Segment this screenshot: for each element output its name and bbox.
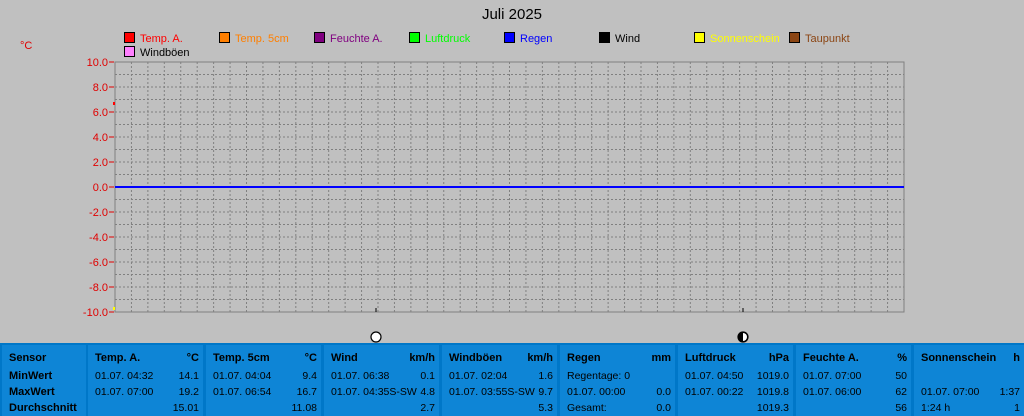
sonne-avg-label: 1:24 h	[921, 402, 951, 414]
luftdruck-avg: 1019.3	[756, 402, 789, 414]
y-tick-label: 6.0	[93, 107, 108, 119]
temp-5cm-avg: 11.08	[291, 402, 318, 414]
temp-a-max-time: 01.07. 07:00	[95, 386, 154, 398]
avg-label: Durchschnitt	[9, 402, 77, 414]
y-ticks: 10.0 8.0 6.0 4.0 2.0 0.0 -2.0 -4.0 -6.0 -8.0 -10.0	[83, 57, 114, 319]
y-tick-label: 8.0	[93, 82, 108, 94]
y-tick-label: 2.0	[93, 157, 108, 169]
y-tick-label: -10.0	[83, 307, 108, 319]
temp-5cm-max-time: 01.07. 06:54	[213, 386, 272, 398]
stats-col-luftdruck: Luftdruck hPa 01.07. 04:50 1019.0 01.07. 0…	[678, 345, 793, 416]
sonne-unit: h	[1013, 352, 1020, 364]
windboeen-avg: 5.3	[538, 402, 553, 414]
regen-max-val: 0.0	[656, 386, 671, 398]
windboeen-max-val: 9.7	[538, 386, 553, 398]
temp-5cm-header: Temp. 5cm	[213, 352, 270, 364]
wind-max-val: 4.8	[420, 386, 435, 398]
feuchte-avg: 56	[895, 402, 907, 414]
feuchte-min-val: 50	[895, 370, 907, 382]
sensor-header: Sensor	[9, 352, 47, 364]
sonne-max-val: 1:37	[999, 386, 1020, 398]
windboeen-unit: km/h	[527, 352, 553, 364]
stats-col-wind: Wind km/h 01.07. 06:38 0.1 01.07. 04:35S-S…	[324, 345, 439, 416]
regen-max-time: 01.07. 00:00	[567, 386, 626, 398]
temp-a-header: Temp. A.	[95, 352, 141, 364]
y-tick-label: -4.0	[89, 232, 108, 244]
feuchte-header: Feuchte A.	[803, 352, 859, 364]
wind-header: Wind	[331, 352, 358, 364]
temp-a-unit: °C	[186, 352, 199, 364]
luftdruck-header: Luftdruck	[685, 352, 736, 364]
temp-a-max-val: 19.2	[178, 386, 199, 398]
temp-a-min-time: 01.07. 04:32	[95, 370, 154, 382]
y-tick-label: 4.0	[93, 132, 108, 144]
temp-5cm-min-time: 01.07. 04:04	[213, 370, 272, 382]
luftdruck-unit: hPa	[768, 352, 789, 364]
stats-col-temp-a: Temp. A. °C 01.07. 04:32 14.1 01.07. 07:00…	[88, 345, 203, 416]
windboeen-header: Windböen	[449, 352, 503, 364]
temp-marker	[113, 102, 115, 105]
regen-regentage: Regentage: 0	[567, 370, 631, 382]
temp-a-avg: 15.01	[172, 402, 199, 414]
wind-min-val: 0.1	[420, 370, 435, 382]
moon-full-icon	[370, 331, 382, 343]
luftdruck-max-time: 01.07. 00:22	[685, 386, 744, 398]
y-tick-label: -2.0	[89, 207, 108, 219]
sonne-max-time: 01.07. 07:00	[921, 386, 980, 398]
sun-marker	[113, 307, 115, 310]
regen-total-label: Gesamt:	[567, 402, 607, 414]
stats-col-sensor: Sensor MinWert MaxWert Durchschnitt	[2, 345, 86, 416]
min-label: MinWert	[9, 370, 53, 382]
regen-header: Regen	[567, 352, 601, 364]
feuchte-min-time: 01.07. 07:00	[803, 370, 862, 382]
stats-col-regen: Regen mm Regentage: 0 01.07. 00:00 0.0 Ges…	[560, 345, 675, 416]
stats-col-temp-5cm: Temp. 5cm °C 01.07. 04:04 9.4 01.07. 06:54…	[206, 345, 321, 416]
temp-a-min-val: 14.1	[178, 370, 199, 382]
y-tick-label: -6.0	[89, 257, 108, 269]
wind-avg: 2.7	[420, 402, 435, 414]
feuchte-max-val: 62	[895, 386, 907, 398]
luftdruck-max-val: 1019.8	[756, 386, 789, 398]
wind-min-time: 01.07. 06:38	[331, 370, 390, 382]
sonne-header: Sonnenschein	[921, 352, 997, 364]
luftdruck-min-time: 01.07. 04:50	[685, 370, 744, 382]
max-label: MaxWert	[9, 386, 55, 398]
temp-5cm-unit: °C	[304, 352, 317, 364]
windboeen-max-time: 01.07. 03:55S-SW	[449, 386, 535, 398]
feuchte-max-time: 01.07. 06:00	[803, 386, 862, 398]
sonne-avg: 1	[1014, 402, 1020, 414]
y-tick-label: -8.0	[89, 282, 108, 294]
stats-col-sonne: Sonnenschein h 01.07. 07:00 1:37 1:24 h 1	[914, 345, 1024, 416]
y-tick-label: 10.0	[87, 57, 108, 69]
windboeen-min-time: 01.07. 02:04	[449, 370, 508, 382]
temp-5cm-max-val: 16.7	[296, 386, 317, 398]
temp-5cm-min-val: 9.4	[302, 370, 317, 382]
regen-unit: mm	[651, 352, 671, 364]
feuchte-unit: %	[897, 352, 907, 364]
chart-plot: 10.0 8.0 6.0 4.0 2.0 0.0 -2.0 -4.0 -6.0 -8.0 -10.0	[83, 57, 905, 343]
regen-total: 0.0	[656, 402, 671, 414]
stats-col-feuchte: Feuchte A.% 01.07. 07:00 50 01.07. 06:00 6…	[796, 345, 911, 416]
stats-panel: Sensor MinWert MaxWert Durchschnitt Temp…	[0, 343, 1024, 416]
luftdruck-min-val: 1019.0	[756, 370, 789, 382]
wind-unit: km/h	[409, 352, 435, 364]
windboeen-min-val: 1.6	[538, 370, 553, 382]
stats-col-windboeen: Windböen km/h 01.07. 02:04 1.6 01.07. 03:5…	[442, 345, 557, 416]
y-tick-label: 0.0	[93, 182, 108, 194]
wind-max-time: 01.07. 04:35S-SW	[331, 386, 417, 398]
